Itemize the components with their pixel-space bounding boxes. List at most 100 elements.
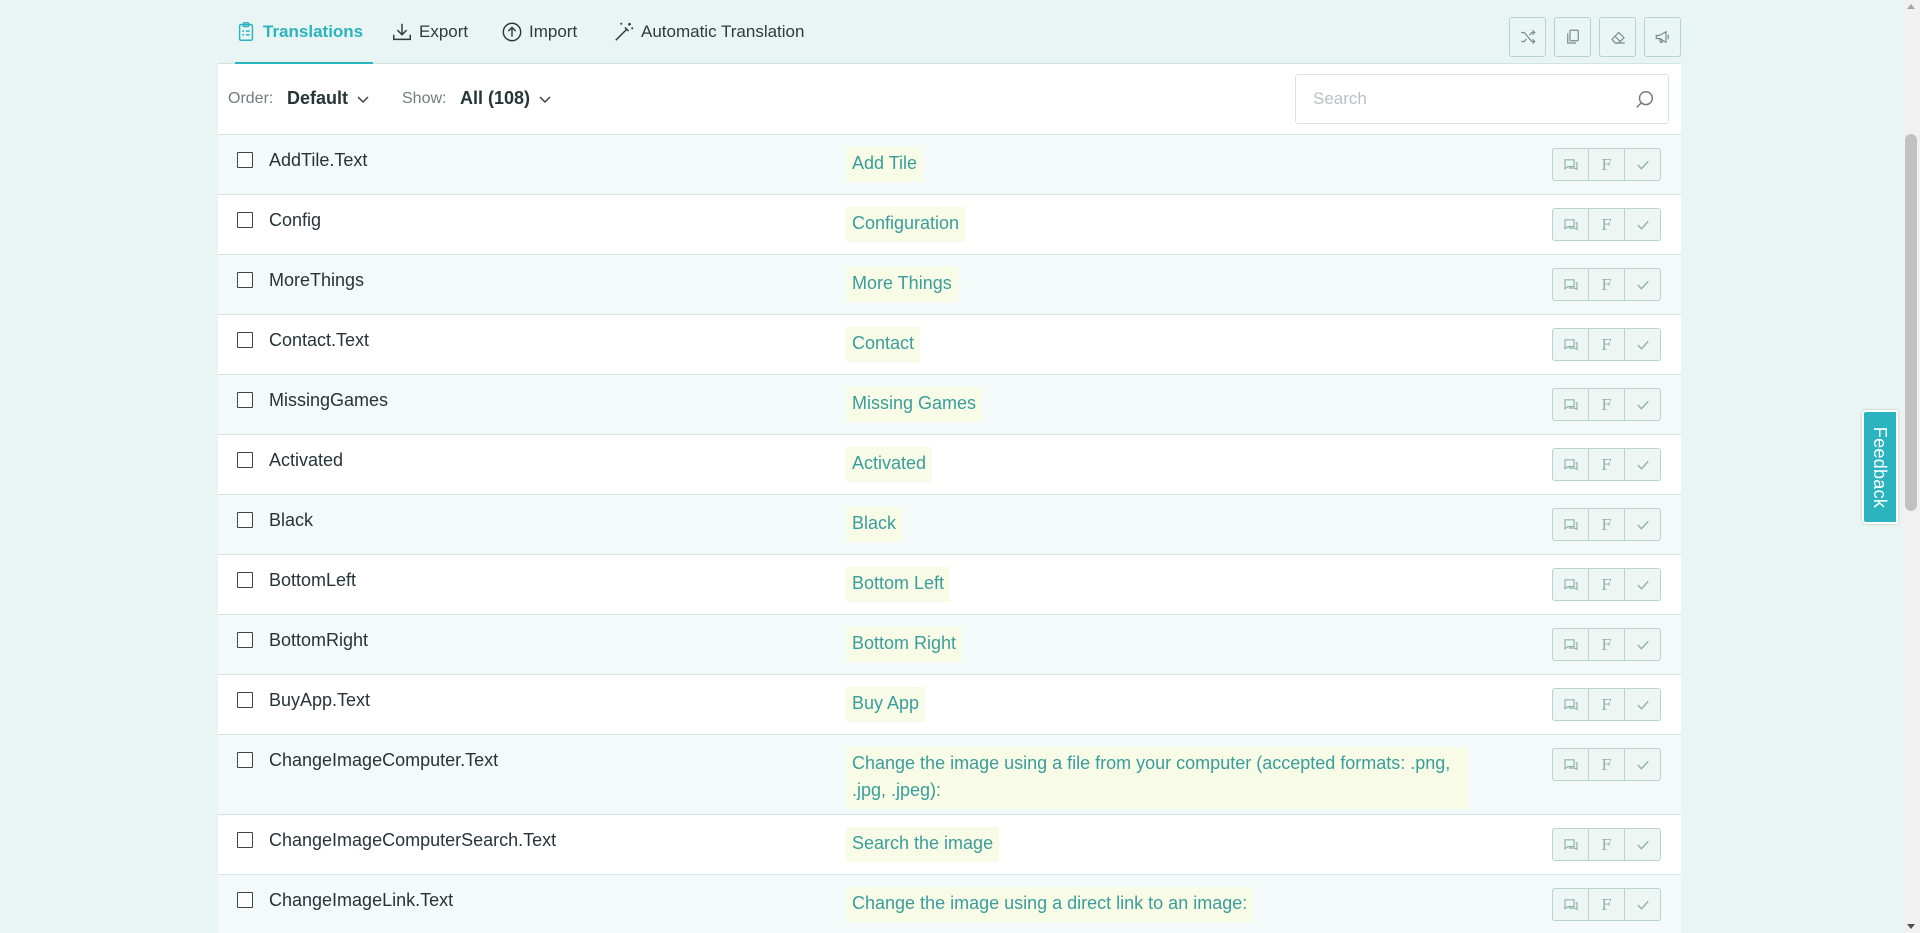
row-checkbox[interactable] (237, 392, 253, 408)
order-value: Default (287, 88, 349, 108)
comment-button[interactable] (1552, 748, 1589, 781)
fuzzy-button[interactable]: F (1588, 268, 1625, 301)
approve-button[interactable] (1624, 748, 1661, 781)
fuzzy-button[interactable]: F (1588, 508, 1625, 541)
row-checkbox[interactable] (237, 512, 253, 528)
row-actions: F (1552, 448, 1661, 481)
fuzzy-label: F (1601, 395, 1612, 414)
translation-value[interactable]: Change the image using a file from your … (846, 747, 1468, 809)
translation-row: Contact.Text Contact F (218, 315, 1681, 375)
approve-button[interactable] (1624, 208, 1661, 241)
feedback-tab[interactable]: Feedback (1862, 410, 1898, 524)
approve-button[interactable] (1624, 688, 1661, 721)
comment-icon (1562, 696, 1580, 714)
approve-button[interactable] (1624, 628, 1661, 661)
translation-value[interactable]: Configuration (846, 207, 966, 242)
shuffle-button[interactable] (1509, 17, 1546, 57)
translation-value[interactable]: Bottom Left (846, 567, 951, 602)
translation-key: BuyApp.Text (269, 690, 371, 710)
comment-button[interactable] (1552, 568, 1589, 601)
approve-button[interactable] (1624, 328, 1661, 361)
approve-button[interactable] (1624, 888, 1661, 921)
fuzzy-button[interactable]: F (1588, 828, 1625, 861)
scroll-up-arrow[interactable] (1907, 4, 1915, 9)
comment-icon (1562, 216, 1580, 234)
tab-automatic-translation-label: Automatic Translation (641, 22, 805, 41)
search-input[interactable] (1296, 75, 1626, 123)
approve-button[interactable] (1624, 448, 1661, 481)
comment-button[interactable] (1552, 208, 1589, 241)
approve-button[interactable] (1624, 828, 1661, 861)
tab-import[interactable]: Import (501, 22, 577, 64)
scrollbar-thumb[interactable] (1905, 134, 1917, 511)
check-icon (1634, 576, 1652, 594)
fuzzy-button[interactable]: F (1588, 208, 1625, 241)
approve-button[interactable] (1624, 268, 1661, 301)
row-checkbox[interactable] (237, 572, 253, 588)
row-checkbox[interactable] (237, 332, 253, 348)
fuzzy-button[interactable]: F (1588, 568, 1625, 601)
comment-button[interactable] (1552, 508, 1589, 541)
translation-value[interactable]: Search the image (846, 827, 1000, 862)
translation-value[interactable]: Black (846, 507, 903, 542)
comment-button[interactable] (1552, 828, 1589, 861)
eraser-button[interactable] (1599, 17, 1636, 57)
fuzzy-button[interactable]: F (1588, 748, 1625, 781)
fuzzy-button[interactable]: F (1588, 628, 1625, 661)
comment-button[interactable] (1552, 268, 1589, 301)
fuzzy-button[interactable]: F (1588, 448, 1625, 481)
translation-key: Config (269, 210, 322, 230)
row-actions: F (1552, 208, 1661, 241)
translation-value[interactable]: Contact (846, 327, 921, 362)
row-checkbox[interactable] (237, 752, 253, 768)
comment-button[interactable] (1552, 328, 1589, 361)
scrollbar[interactable] (1902, 0, 1920, 933)
fuzzy-button[interactable]: F (1588, 328, 1625, 361)
approve-button[interactable] (1624, 568, 1661, 601)
fuzzy-button[interactable]: F (1588, 388, 1625, 421)
row-checkbox[interactable] (237, 692, 253, 708)
row-checkbox[interactable] (237, 892, 253, 908)
fuzzy-button[interactable]: F (1588, 148, 1625, 181)
announce-button[interactable] (1644, 17, 1681, 57)
comment-button[interactable] (1552, 888, 1589, 921)
row-checkbox[interactable] (237, 152, 253, 168)
comment-icon (1562, 396, 1580, 414)
scroll-down-arrow[interactable] (1907, 924, 1915, 929)
translation-value[interactable]: Add Tile (846, 147, 924, 182)
eraser-icon (1610, 31, 1625, 44)
fuzzy-label: F (1601, 755, 1612, 774)
comment-button[interactable] (1552, 448, 1589, 481)
comment-icon (1562, 156, 1580, 174)
fuzzy-button[interactable]: F (1588, 888, 1625, 921)
comment-button[interactable] (1552, 148, 1589, 181)
translation-value[interactable]: Missing Games (846, 387, 983, 422)
translation-value[interactable]: More Things (846, 267, 958, 302)
approve-button[interactable] (1624, 508, 1661, 541)
fuzzy-button[interactable]: F (1588, 688, 1625, 721)
order-dropdown[interactable]: Default (287, 88, 370, 109)
tab-automatic-translation[interactable]: Automatic Translation (613, 22, 804, 64)
tab-export[interactable]: Export (391, 22, 468, 64)
comment-button[interactable] (1552, 388, 1589, 421)
translation-value[interactable]: Change the image using a direct link to … (846, 887, 1254, 922)
translation-value[interactable]: Bottom Right (846, 627, 963, 662)
approve-button[interactable] (1624, 388, 1661, 421)
tab-translations[interactable]: Translations (235, 22, 373, 64)
comment-button[interactable] (1552, 688, 1589, 721)
search-icon[interactable] (1634, 89, 1656, 111)
row-checkbox[interactable] (237, 632, 253, 648)
chevron-down-icon (539, 95, 551, 103)
row-checkbox[interactable] (237, 212, 253, 228)
translation-key: Black (269, 510, 314, 530)
translation-value[interactable]: Activated (846, 447, 933, 482)
row-checkbox[interactable] (237, 452, 253, 468)
row-checkbox[interactable] (237, 832, 253, 848)
order-label: Order: (228, 90, 274, 107)
copy-button[interactable] (1554, 17, 1591, 57)
comment-button[interactable] (1552, 628, 1589, 661)
approve-button[interactable] (1624, 148, 1661, 181)
row-checkbox[interactable] (237, 272, 253, 288)
translation-value[interactable]: Buy App (846, 687, 926, 722)
show-dropdown[interactable]: All (108) (460, 88, 552, 109)
